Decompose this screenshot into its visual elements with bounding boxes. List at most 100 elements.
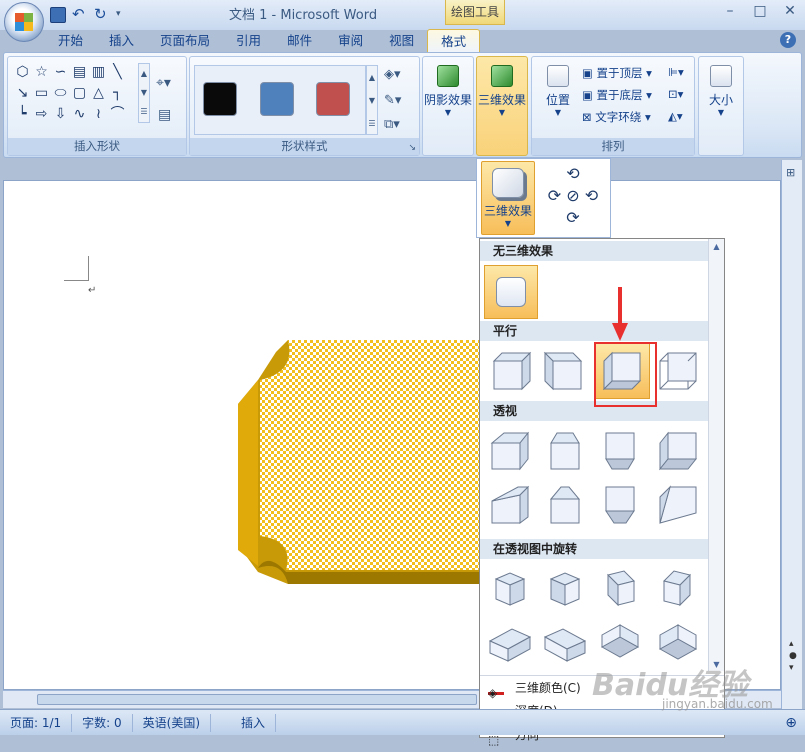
tilt-down-icon[interactable]: ⟳	[543, 207, 603, 229]
gallery-scrollbar[interactable]: ▲ ▼	[708, 239, 724, 671]
perspective-option-3[interactable]	[594, 427, 646, 475]
tab-review[interactable]: 审阅	[325, 29, 376, 53]
customize-qat-icon[interactable]: ▾	[116, 7, 132, 23]
zoom-in-icon[interactable]: ⊕	[785, 715, 805, 731]
group-arrange: 位置 ▼ ▣ 置于顶层 ▾ ▣ 置于底层 ▾ ⊠ 文字环绕 ▾ ⊫▾ ⊡▾ ◭▾…	[531, 56, 695, 156]
line-color-icon[interactable]: ✎▾	[384, 93, 401, 108]
style-gallery-scroll[interactable]: ▲ ▼ ☰	[366, 65, 378, 135]
rotate-icon[interactable]: ◭▾	[668, 109, 683, 123]
help-icon[interactable]: ?	[780, 32, 796, 48]
shape-gallery[interactable]: ⬡ ☆ ∽ ▤ ▥ ╲ ↘ ▭ ⬭ ▢ △ ┐ ┕ ⇨ ⇩ ∿ ≀ ⌒	[13, 63, 133, 123]
triangle-shape-icon[interactable]: △	[89, 84, 108, 102]
tab-page-layout[interactable]: 页面布局	[147, 29, 223, 53]
elbow-connector-icon[interactable]: ┐	[108, 84, 127, 102]
down-arrow-shape-icon[interactable]: ⇩	[51, 105, 70, 123]
rotate-option-1[interactable]	[484, 565, 536, 613]
fill-color-icon[interactable]: ◈▾	[384, 67, 401, 82]
connector-icon[interactable]: ┕	[13, 105, 32, 123]
hexagon-shape-icon[interactable]: ⬡	[13, 63, 32, 81]
group-label-insert-shapes: 插入形状	[8, 138, 186, 155]
rotate-option-3[interactable]	[594, 565, 646, 613]
arrow-line-icon[interactable]: ↘	[13, 84, 32, 102]
scroll-thumb[interactable]	[37, 694, 477, 705]
right-arrow-shape-icon[interactable]: ⇨	[32, 105, 51, 123]
perspective-option-2[interactable]	[539, 427, 591, 475]
maximize-button[interactable]: □	[745, 0, 775, 24]
tilt-up-icon[interactable]: ⟲	[543, 163, 603, 185]
tab-format[interactable]: 格式	[427, 29, 481, 53]
perspective-option-6[interactable]	[539, 481, 591, 529]
save-icon[interactable]	[50, 7, 66, 23]
3d-effects-button[interactable]: 三维效果 ▼	[481, 161, 535, 235]
red-arrow-icon	[612, 287, 628, 341]
send-to-back-label: 置于底层	[596, 88, 643, 102]
status-word-count[interactable]: 字数: 0	[72, 713, 133, 732]
tab-home[interactable]: 开始	[45, 29, 96, 53]
star-shape-icon[interactable]: ☆	[32, 63, 51, 81]
size-button[interactable]: 大小 ▼	[699, 65, 743, 117]
office-button[interactable]	[4, 2, 44, 42]
line-shape-icon[interactable]: ╲	[108, 63, 127, 81]
parallel-option-1[interactable]	[484, 347, 536, 395]
parallel-option-2[interactable]	[539, 347, 591, 395]
align-icon[interactable]: ⊫▾	[668, 65, 684, 79]
wave-shape-icon[interactable]: ∽	[51, 63, 70, 81]
change-shape-icon[interactable]: ⧉▾	[384, 117, 400, 132]
arc-shape-icon[interactable]: ⌒	[108, 105, 127, 123]
text-wrap-label: 文字环绕	[595, 110, 642, 124]
tab-insert[interactable]: 插入	[96, 29, 147, 53]
perspective-option-1[interactable]	[484, 427, 536, 475]
rotate-option-4[interactable]	[652, 565, 704, 613]
squiggle-shape-icon[interactable]: ≀	[89, 105, 108, 123]
minimize-button[interactable]: –	[715, 0, 745, 24]
bring-to-front-label: 置于顶层	[596, 66, 643, 80]
status-language[interactable]: 英语(美国)	[133, 713, 212, 732]
perspective-option-7[interactable]	[594, 481, 646, 529]
style-swatch-black[interactable]	[203, 82, 237, 116]
dialog-launcher-icon[interactable]: ↘	[408, 143, 416, 153]
edit-shape-icon[interactable]: ⌖▾	[156, 75, 171, 91]
shadow-effects-button[interactable]: 阴影效果 ▼	[423, 65, 473, 117]
ruler-toggle-icon[interactable]: ⊞	[786, 166, 795, 179]
perspective-option-8[interactable]	[652, 481, 704, 529]
bring-to-front-button[interactable]: ▣ 置于顶层 ▾	[582, 65, 652, 81]
plaque-3d-shape[interactable]	[238, 340, 483, 584]
rectangle-shape-icon[interactable]: ▭	[32, 84, 51, 102]
rotate-option-2[interactable]	[539, 565, 591, 613]
window-title: 文档 1 - Microsoft Word	[229, 8, 378, 23]
3d-effects-ribbon-button[interactable]: 三维效果 ▼	[477, 65, 527, 117]
status-mode[interactable]: 插入	[211, 713, 277, 732]
tab-view[interactable]: 视图	[376, 29, 427, 53]
style-swatch-blue[interactable]	[260, 82, 294, 116]
text-wrap-button[interactable]: ⊠ 文字环绕 ▾	[582, 109, 651, 125]
status-page[interactable]: 页面: 1/1	[0, 713, 73, 732]
no-3d-option[interactable]	[484, 265, 538, 319]
vertical-scrollbar[interactable]: ⊞ ▴ ● ▾	[781, 160, 802, 710]
textbox-shape-icon[interactable]: ▤	[70, 63, 89, 81]
tab-mailings[interactable]: 邮件	[274, 29, 325, 53]
perspective-option-4[interactable]	[652, 427, 704, 475]
shape-gallery-scroll[interactable]: ▲ ▼ ☰	[138, 63, 150, 123]
redo-icon[interactable]: ↻	[94, 7, 110, 23]
send-to-back-button[interactable]: ▣ 置于底层 ▾	[582, 87, 652, 103]
group-objects-icon[interactable]: ⊡▾	[668, 87, 683, 101]
rounded-rect-icon[interactable]: ▢	[70, 84, 89, 102]
undo-icon[interactable]: ↶	[72, 7, 88, 23]
parallel-option-4[interactable]	[652, 347, 704, 395]
rotate-option-6[interactable]	[539, 619, 591, 667]
perspective-option-5[interactable]	[484, 481, 536, 529]
tab-references[interactable]: 引用	[223, 29, 274, 53]
browse-object-icon[interactable]: ▴ ● ▾	[789, 638, 797, 674]
vertical-textbox-icon[interactable]: ▥	[89, 63, 108, 81]
text-box-icon[interactable]: ▤	[158, 107, 171, 123]
scroll-up-icon[interactable]: ▲	[709, 242, 724, 251]
oval-shape-icon[interactable]: ⬭	[51, 84, 70, 102]
tilt-left-right-icon[interactable]: ⟳ ⊘ ⟲	[543, 185, 603, 207]
rotate-option-5[interactable]	[484, 619, 536, 667]
style-swatch-red[interactable]	[316, 82, 350, 116]
watermark-url: jingyan.baidu.com	[662, 697, 773, 711]
position-button[interactable]: 位置 ▼	[536, 65, 580, 117]
curve-shape-icon[interactable]: ∿	[70, 105, 89, 123]
ribbon: ⬡ ☆ ∽ ▤ ▥ ╲ ↘ ▭ ⬭ ▢ △ ┐ ┕ ⇨ ⇩ ∿ ≀ ⌒ ▲ ▼ ☰ …	[3, 52, 802, 158]
close-button[interactable]: ✕	[775, 0, 805, 24]
